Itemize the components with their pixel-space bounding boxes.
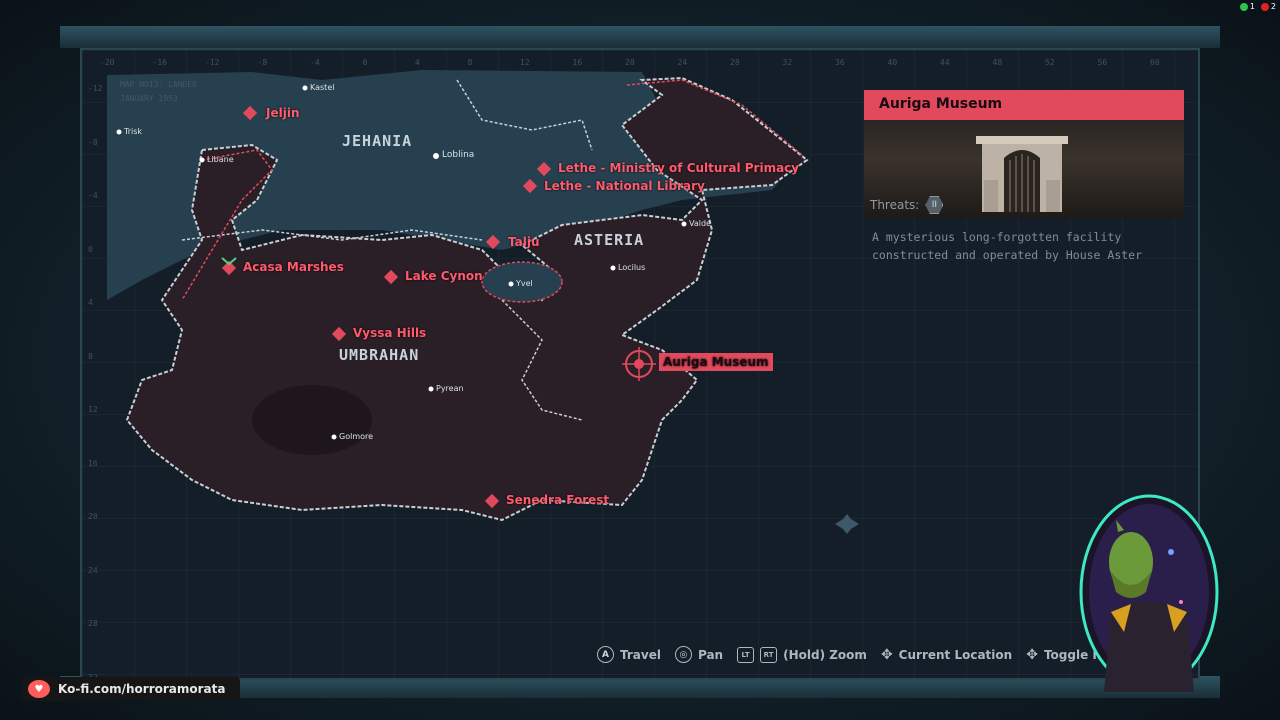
info-description: A mysterious long-forgotten facility con…	[872, 230, 1143, 262]
town-label-golmore: Golmore	[339, 432, 374, 441]
location-label-talju[interactable]: Talju	[508, 235, 540, 249]
hint-pan-label: Pan	[697, 647, 724, 662]
streamer-avatar	[1079, 494, 1219, 692]
dpad-icon: ✥	[880, 646, 893, 663]
hint-current-location-label: Current Location	[898, 647, 1013, 662]
top-tick-label: 20	[625, 58, 635, 67]
town-label-loblina: Loblina	[442, 150, 475, 160]
top-tick-label: -4	[310, 58, 320, 67]
location-label-auriga-museum[interactable]: Auriga Museum	[659, 353, 773, 371]
location-info-panel: Auriga Museum Threats: II A mysterious l…	[864, 90, 1184, 274]
left-tick-label: 0	[88, 244, 93, 254]
top-tick-label: 44	[940, 58, 950, 67]
top-tick-label: 36	[835, 58, 845, 67]
region-label-jehania: JEHANIA	[342, 132, 413, 150]
top-tick-label: -12	[205, 58, 220, 67]
left-tick-label: 20	[88, 512, 98, 521]
town-label-locilus: Locilus	[618, 263, 646, 272]
location-label-senedra-forest[interactable]: Senedra Forest	[506, 493, 609, 507]
kofi-link-text[interactable]: Ko-fi.com/horroramorata	[58, 682, 226, 696]
left-tick-label: -12	[88, 84, 103, 93]
monitor-frame-top	[60, 26, 1220, 48]
left-tick-label: -4	[88, 191, 98, 200]
hint-zoom[interactable]: LT RT (Hold) Zoom	[737, 646, 867, 663]
kofi-overlay[interactable]: ♥ Ko-fi.com/horroramorata	[22, 677, 240, 701]
left-tick-label: 16	[88, 458, 98, 468]
game-screen: -20 -16 -12 -8 -4 0 4 8 12 16 20 24 28 32 36 40 44 48 52 56…	[80, 48, 1200, 680]
info-title: Auriga Museum	[864, 90, 1184, 120]
top-tick-label: 32	[782, 58, 793, 67]
town-label-valde: Valde	[689, 219, 711, 228]
hint-travel-label: Travel	[620, 647, 661, 662]
top-tick-label: -20	[100, 58, 115, 67]
town-label-kastel: Kastel	[310, 83, 335, 92]
region-label-umbrahan: UMBRAHAN	[339, 346, 420, 364]
top-tick-label: 52	[1045, 58, 1055, 67]
town-label-yvel: Yvel	[516, 279, 533, 288]
top-tick-label: -8	[257, 58, 268, 67]
top-tick-label: 56	[1097, 58, 1108, 67]
counter-a: 1	[1249, 2, 1255, 11]
left-tick-label: 8	[88, 351, 93, 361]
threats-label: Threats:	[870, 198, 920, 212]
lt-button-icon: LT	[737, 646, 755, 663]
location-label-jeljin[interactable]: Jeljin	[266, 106, 300, 120]
rt-button-icon: RT	[760, 646, 778, 663]
location-preview-image: Threats: II	[864, 120, 1184, 218]
kofi-heart-cup-icon: ♥	[28, 680, 50, 698]
map-title-line-2: JANUARY 1953	[120, 94, 178, 103]
town-label-libane: Libane	[207, 155, 234, 164]
top-tick-label: 8	[467, 58, 473, 67]
left-stick-icon: ◎	[674, 646, 692, 663]
town-label-pyrean: Pyrean	[436, 384, 464, 393]
location-label-acasa-marshes[interactable]: Acasa Marshes	[243, 260, 344, 274]
map-title-line-1: MAP NO13: LANDER	[120, 80, 198, 89]
left-tick-label: 28	[88, 619, 98, 628]
hint-pan[interactable]: ◎ Pan	[674, 646, 724, 663]
top-tick-label: 48	[992, 58, 1003, 67]
a-button-icon: A	[597, 646, 614, 663]
left-tick-label: -8	[88, 137, 98, 147]
threats-indicator: Threats: II	[870, 196, 944, 214]
counter-b: 2	[1270, 2, 1276, 11]
dpad-right-icon: ✥	[1026, 646, 1038, 663]
top-tick-label: 0	[362, 58, 368, 67]
dark-forest-patch	[252, 385, 372, 455]
location-label-lake-cynon[interactable]: Lake Cynon	[405, 269, 483, 283]
location-label-vyssa-hills[interactable]: Vyssa Hills	[353, 326, 426, 340]
location-label-lethe-ministry[interactable]: Lethe - Ministry of Cultural Primacy	[558, 161, 799, 175]
town-label-trisk: Trisk	[124, 127, 143, 136]
hint-current-location[interactable]: ✥ Current Location	[881, 647, 1012, 663]
top-tick-label: 40	[887, 58, 898, 67]
top-tick-label: 4	[415, 58, 420, 67]
top-tick-label: -16	[152, 58, 167, 67]
top-tick-label: 16	[572, 58, 583, 67]
control-hints-bar: A Travel ◎ Pan LT RT (Hold) Zoom ✥ Curre…	[597, 646, 1105, 663]
stream-counters: 1 2	[1239, 2, 1276, 11]
left-tick-label: 4	[88, 298, 93, 307]
region-label-asteria: ASTERIA	[574, 231, 645, 249]
hint-zoom-label: (Hold) Zoom	[783, 647, 867, 662]
location-label-lethe-library[interactable]: Lethe - National Library	[544, 179, 705, 193]
left-tick-label: 12	[88, 405, 98, 414]
top-tick-label: 12	[520, 58, 530, 67]
left-tick-label: 24	[88, 565, 98, 575]
top-tick-label: 60	[1150, 58, 1160, 67]
threat-level-badge: II	[925, 196, 944, 214]
top-tick-label: 28	[730, 58, 740, 67]
top-tick-label: 24	[677, 58, 688, 67]
hint-travel[interactable]: A Travel	[597, 646, 661, 663]
